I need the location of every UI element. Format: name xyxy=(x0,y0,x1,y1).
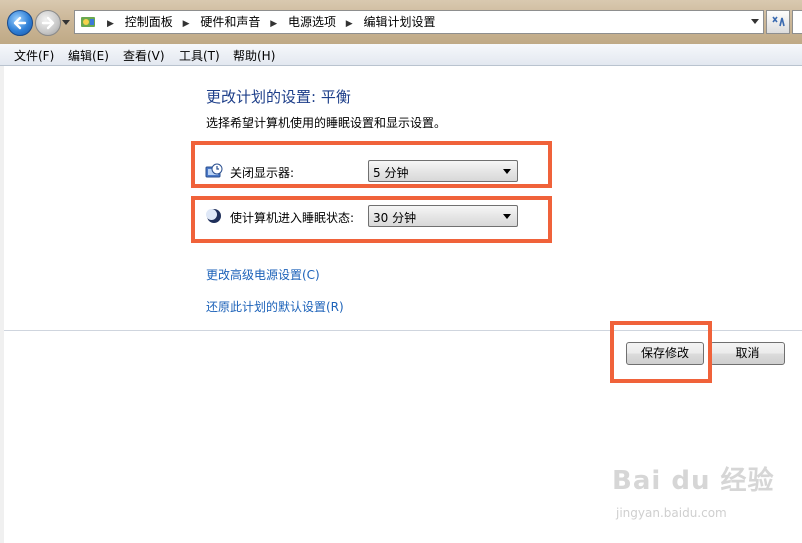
page-title: 更改计划的设置: 平衡 xyxy=(206,88,351,106)
control-panel-icon xyxy=(81,17,95,27)
highlight-display-off xyxy=(191,141,552,188)
breadcrumb-chevron-icon[interactable]: ▶ xyxy=(107,13,114,35)
breadcrumb: ▶ 控制面板 ▶ 硬件和声音 ▶ 电源选项 ▶ 编辑计划设置 xyxy=(101,11,436,33)
address-history-dropdown-icon[interactable] xyxy=(751,19,759,24)
breadcrumb-chevron-icon[interactable]: ▶ xyxy=(346,13,353,35)
menu-help[interactable]: 帮助(H) xyxy=(233,47,275,64)
breadcrumb-power-options[interactable]: 电源选项 xyxy=(288,11,336,33)
breadcrumb-chevron-icon[interactable]: ▶ xyxy=(183,13,190,35)
menu-bar: 文件(F) 编辑(E) 查看(V) 工具(T) 帮助(H) xyxy=(0,44,802,66)
refresh-icon xyxy=(772,16,785,27)
search-field[interactable] xyxy=(792,10,802,34)
breadcrumb-edit-plan-settings[interactable]: 编辑计划设置 xyxy=(364,11,436,33)
menu-tools[interactable]: 工具(T) xyxy=(179,47,220,64)
breadcrumb-chevron-icon[interactable]: ▶ xyxy=(270,13,277,35)
breadcrumb-hardware-sound[interactable]: 硬件和声音 xyxy=(200,11,260,33)
forward-arrow-icon xyxy=(41,16,55,30)
forward-button[interactable] xyxy=(35,10,61,36)
page-subtitle: 选择希望计算机使用的睡眠设置和显示设置。 xyxy=(206,116,447,130)
refresh-button[interactable] xyxy=(766,10,790,34)
back-arrow-icon xyxy=(13,16,27,30)
cancel-button[interactable]: 取消 xyxy=(710,342,785,365)
advanced-power-settings-link[interactable]: 更改高级电源设置(C) xyxy=(206,266,320,283)
recent-pages-dropdown-icon[interactable] xyxy=(62,18,70,26)
back-button[interactable] xyxy=(7,10,33,36)
menu-view[interactable]: 查看(V) xyxy=(123,47,165,64)
breadcrumb-control-panel[interactable]: 控制面板 xyxy=(125,11,173,33)
address-field[interactable]: ▶ 控制面板 ▶ 硬件和声音 ▶ 电源选项 ▶ 编辑计划设置 xyxy=(74,10,764,34)
highlight-save-button xyxy=(610,321,712,383)
watermark-url: jingyan.baidu.com xyxy=(616,506,727,520)
highlight-sleep xyxy=(191,196,552,243)
menu-file[interactable]: 文件(F) xyxy=(14,47,54,64)
restore-defaults-link[interactable]: 还原此计划的默认设置(R) xyxy=(206,298,344,315)
menu-edit[interactable]: 编辑(E) xyxy=(68,47,109,64)
address-toolbar: ▶ 控制面板 ▶ 硬件和声音 ▶ 电源选项 ▶ 编辑计划设置 xyxy=(0,0,802,44)
window-left-edge xyxy=(0,66,4,543)
baidu-logo: Bai du 经验 xyxy=(612,466,775,496)
